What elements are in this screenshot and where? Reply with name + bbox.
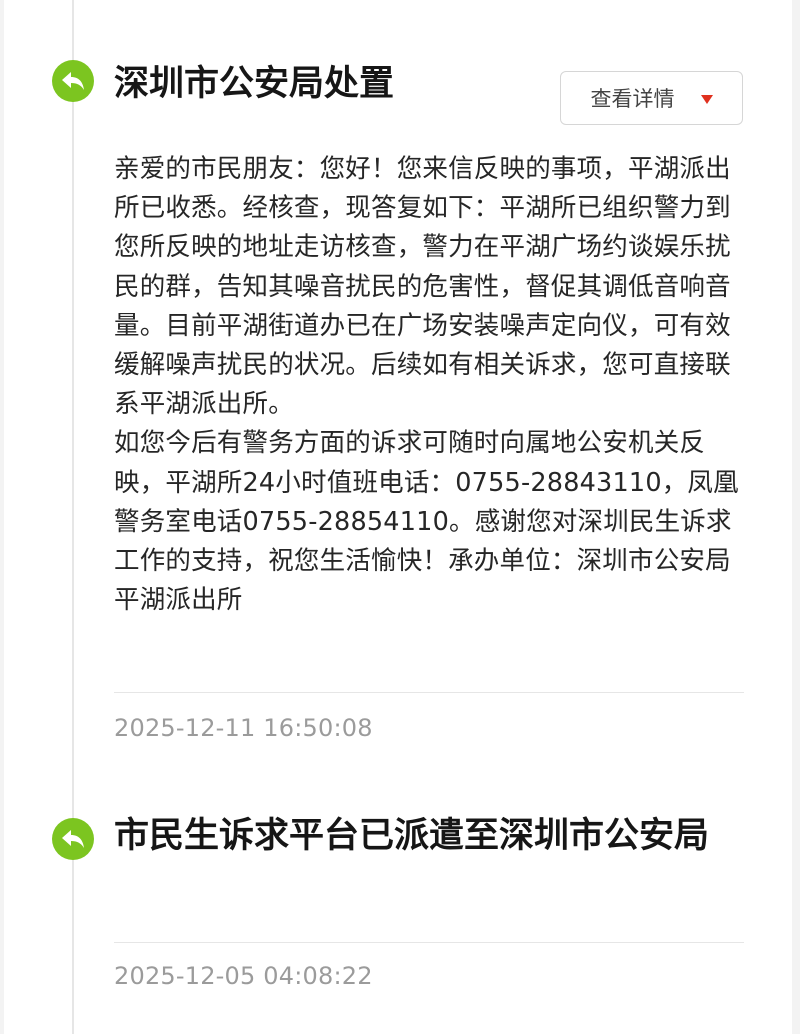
- reply-content: 亲爱的市民朋友：您好！您来信反映的事项，平湖派出所已收悉。经核查，现答复如下：平…: [114, 150, 740, 620]
- reply-arrow-icon: [52, 818, 94, 860]
- view-details-label: 查看详情: [590, 87, 675, 111]
- entry-timestamp: 2025-12-05 04:08:22: [114, 962, 373, 990]
- entry-title: 深圳市公安局处置: [114, 64, 395, 104]
- divider: [114, 942, 744, 943]
- entry-title: 市民生诉求平台已派遣至深圳市公安局: [114, 816, 710, 856]
- reply-arrow-icon: [52, 60, 94, 102]
- timeline-entry-dispatch: 市民生诉求平台已派遣至深圳市公安局 2025-12-05 04:08:22: [0, 790, 800, 1034]
- view-details-button[interactable]: 查看详情: [560, 71, 743, 125]
- timeline-entry-police-handling: 深圳市公安局处置 查看详情 亲爱的市民朋友：您好！您来信反映的事项，平湖派出所已…: [0, 0, 800, 790]
- reply-paragraph: 亲爱的市民朋友：您好！您来信反映的事项，平湖派出所已收悉。经核查，现答复如下：平…: [114, 154, 731, 420]
- entry-timestamp: 2025-12-11 16:50:08: [114, 714, 373, 742]
- divider: [114, 692, 744, 693]
- reply-paragraph: 如您今后有警务方面的诉求可随时向属地公安机关反映，平湖所24小时值班电话：075…: [114, 428, 739, 616]
- caret-down-icon: [700, 94, 713, 104]
